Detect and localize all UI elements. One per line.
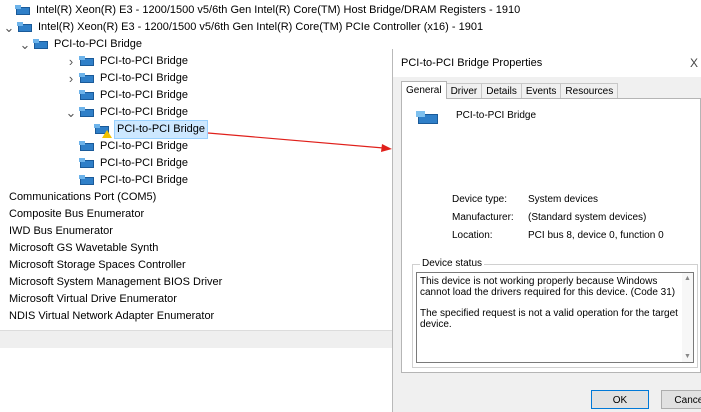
ok-button[interactable]: OK — [591, 390, 649, 409]
tree-item[interactable]: ⌄ Intel(R) Xeon(R) E3 - 1200/1500 v5/6th … — [4, 19, 484, 36]
pci-device-icon — [79, 90, 95, 101]
tree-item[interactable]: ⌄ PCI-to-PCI Bridge — [66, 104, 188, 121]
tree-item[interactable]: Microsoft GS Wavetable Synth — [9, 240, 158, 257]
tree-item-label: PCI-to-PCI Bridge — [54, 38, 143, 50]
tree-item[interactable]: ⌄ PCI-to-PCI Bridge — [20, 36, 142, 53]
chevron-down-icon[interactable]: ⌄ — [4, 19, 15, 36]
device-tree: Intel(R) Xeon(R) E3 - 1200/1500 v5/6th G… — [0, 0, 521, 412]
scroll-up-icon[interactable]: ▲ — [682, 273, 693, 284]
tree-item-label: Composite Bus Enumerator — [9, 208, 145, 220]
tree-item-label: Intel(R) Xeon(R) E3 - 1200/1500 v5/6th G… — [38, 21, 484, 33]
tab-general[interactable]: General — [401, 81, 447, 99]
warning-device-icon — [94, 124, 112, 138]
tree-item[interactable]: PCI-to-PCI Bridge — [66, 138, 188, 155]
manufacturer-value: (Standard system devices) — [528, 212, 647, 223]
tree-item-label: PCI-to-PCI Bridge — [100, 174, 189, 186]
tree-item[interactable]: PCI-to-PCI Bridge — [66, 87, 188, 104]
dialog-tabs: General Driver Details Events Resources — [401, 81, 619, 99]
tree-item[interactable]: Communications Port (COM5) — [9, 189, 156, 206]
chevron-down-icon[interactable]: ⌄ — [66, 104, 77, 121]
pci-device-icon — [79, 56, 95, 67]
device-type-value: System devices — [528, 194, 599, 205]
tree-item[interactable]: PCI-to-PCI Bridge — [66, 172, 188, 189]
location-label: Location: — [452, 230, 493, 241]
tree-item-label: PCI-to-PCI Bridge — [100, 72, 189, 84]
manufacturer-label: Manufacturer: — [452, 212, 514, 223]
tree-item[interactable]: NDIS Virtual Network Adapter Enumerator — [9, 308, 214, 325]
tree-item-label: PCI-to-PCI Bridge — [100, 55, 189, 67]
device-status-legend: Device status — [420, 258, 485, 269]
tree-item[interactable]: Microsoft System Management BIOS Driver — [9, 274, 222, 291]
tree-item-label: Microsoft System Management BIOS Driver — [9, 276, 223, 288]
tree-item-label: PCI-to-PCI Bridge — [100, 89, 189, 101]
tab-details[interactable]: Details — [481, 83, 522, 99]
tree-item-label: PCI-to-PCI Bridge — [100, 106, 189, 118]
status-scrollbar[interactable]: ▲ ▼ — [682, 273, 693, 362]
general-tab-panel: PCI-to-PCI Bridge Device type: System de… — [401, 98, 701, 373]
location-value: PCI bus 8, device 0, function 0 — [528, 230, 664, 241]
tree-item[interactable]: IWD Bus Enumerator — [9, 223, 113, 240]
tab-driver[interactable]: Driver — [445, 83, 483, 99]
tree-item-label: PCI-to-PCI Bridge — [100, 157, 189, 169]
tree-item[interactable]: Microsoft Virtual Drive Enumerator — [9, 291, 177, 308]
scroll-down-icon[interactable]: ▼ — [682, 351, 693, 362]
tree-item-label: PCI-to-PCI Bridge — [113, 120, 209, 139]
tree-item-label: Microsoft Storage Spaces Controller — [9, 259, 186, 271]
tree-item-label: Intel(R) Xeon(R) E3 - 1200/1500 v5/6th G… — [36, 4, 521, 16]
tree-item[interactable]: PCI-to-PCI Bridge — [94, 120, 209, 139]
pci-device-icon — [79, 158, 95, 169]
tree-item-label: Communications Port (COM5) — [9, 191, 157, 203]
tree-item[interactable]: Intel(R) Xeon(R) E3 - 1200/1500 v5/6th G… — [4, 2, 520, 19]
tree-horizontal-scrollbar[interactable] — [0, 330, 392, 348]
properties-dialog: PCI-to-PCI Bridge Properties X General D… — [392, 49, 701, 412]
cancel-button[interactable]: Cancel — [661, 390, 701, 409]
pci-device-icon — [79, 175, 95, 186]
device-type-label: Device type: — [452, 194, 508, 205]
pci-device-icon — [17, 22, 33, 33]
device-name: PCI-to-PCI Bridge — [456, 110, 537, 121]
tree-item-label: PCI-to-PCI Bridge — [100, 140, 189, 152]
tree-item[interactable]: › PCI-to-PCI Bridge — [66, 70, 188, 87]
tree-item[interactable]: Composite Bus Enumerator — [9, 206, 144, 223]
tree-item-label: Microsoft GS Wavetable Synth — [9, 242, 159, 254]
chevron-right-icon[interactable]: › — [66, 70, 76, 87]
tab-resources[interactable]: Resources — [560, 83, 619, 99]
tree-item-label: IWD Bus Enumerator — [9, 225, 113, 237]
device-status-group: Device status This device is not working… — [412, 258, 698, 368]
pci-device-icon — [79, 73, 95, 84]
tree-item[interactable]: PCI-to-PCI Bridge — [66, 155, 188, 172]
pci-device-icon — [15, 5, 31, 16]
tab-events[interactable]: Events — [520, 83, 562, 99]
chevron-right-icon[interactable]: › — [66, 53, 76, 70]
device-status-textbox[interactable]: This device is not working properly beca… — [416, 272, 694, 363]
dialog-title: PCI-to-PCI Bridge Properties — [393, 49, 701, 77]
pci-device-icon — [79, 141, 95, 152]
tree-item-label: NDIS Virtual Network Adapter Enumerator — [9, 310, 215, 322]
close-icon[interactable]: X — [688, 49, 700, 77]
tree-item[interactable]: Microsoft Storage Spaces Controller — [9, 257, 186, 274]
pci-device-icon — [416, 109, 438, 125]
pci-device-icon — [33, 39, 49, 50]
pci-device-icon — [79, 107, 95, 118]
status-line: The specified request is not a valid ope… — [420, 308, 678, 330]
tree-item-label: Microsoft Virtual Drive Enumerator — [9, 293, 177, 305]
chevron-down-icon[interactable]: ⌄ — [20, 36, 31, 53]
tree-item[interactable]: › PCI-to-PCI Bridge — [66, 53, 188, 70]
status-line: This device is not working properly beca… — [420, 276, 676, 298]
